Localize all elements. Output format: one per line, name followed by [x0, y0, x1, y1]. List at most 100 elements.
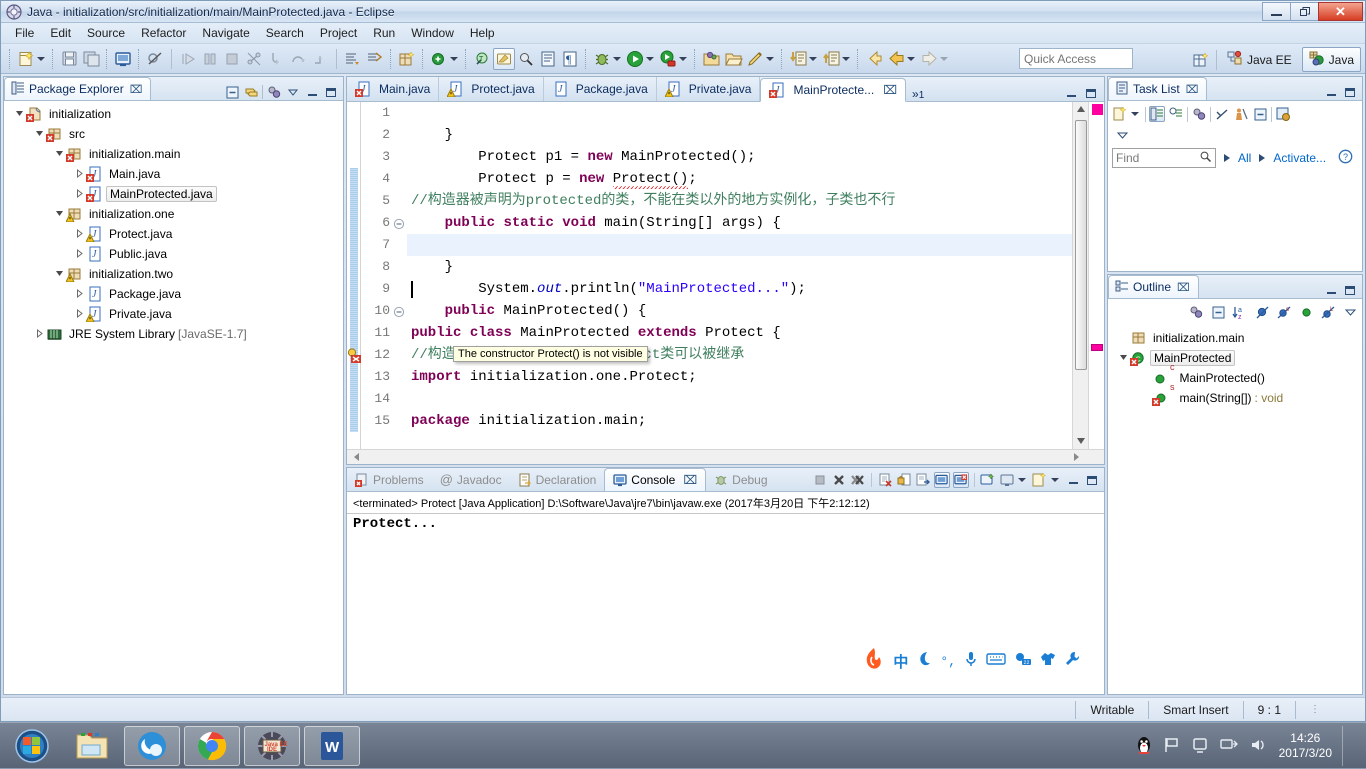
run-external-dropdown[interactable]	[679, 56, 687, 61]
hide-static-icon[interactable]: s	[1276, 304, 1292, 320]
twisty-expanded-icon[interactable]	[52, 149, 66, 160]
activate-link[interactable]: Activate...	[1273, 151, 1326, 165]
pilcrow-icon[interactable]: ¶	[559, 48, 581, 70]
skin-icon[interactable]	[1040, 651, 1056, 672]
collapse-all-icon[interactable]	[224, 84, 240, 100]
twisty-collapsed-icon[interactable]	[72, 188, 86, 200]
code-line[interactable]: import initialization.one.Protect;	[407, 366, 1072, 388]
sort-icon[interactable]: az	[1232, 304, 1248, 320]
console-tab[interactable]: Declaration	[510, 468, 605, 491]
hide-fields-icon[interactable]	[1254, 304, 1270, 320]
close-console-icon[interactable]	[953, 472, 969, 488]
close-button[interactable]: ✕	[1318, 2, 1363, 21]
editor-tab[interactable]: J Package.java	[544, 77, 657, 101]
view-menu-icon[interactable]	[1032, 472, 1048, 488]
code-line[interactable]: public static void main(String[] args) {	[407, 212, 1072, 234]
tree-row[interactable]: J Main.java	[4, 164, 343, 184]
save-all-icon[interactable]	[80, 48, 102, 70]
minimize-icon[interactable]	[1063, 85, 1079, 101]
twisty-collapsed-icon[interactable]	[72, 248, 86, 260]
tree-row[interactable]: J MainProtected.java	[4, 184, 343, 204]
dropdown-arrow-icon[interactable]	[1051, 478, 1059, 482]
close-icon[interactable]: ⌧	[883, 83, 897, 97]
code-line[interactable]	[407, 234, 1072, 256]
hide-local-types-icon[interactable]: L	[1320, 304, 1336, 320]
degree-comma-icon[interactable]: °,	[940, 654, 956, 669]
menu-navigate[interactable]: Navigate	[194, 24, 257, 42]
menu-file[interactable]: File	[7, 24, 42, 42]
console-tab[interactable]: Debug	[706, 468, 775, 491]
categorized-presentation-icon[interactable]	[1149, 106, 1165, 122]
hide-non-public-icon[interactable]	[1298, 304, 1314, 320]
minimize-icon[interactable]	[304, 84, 320, 100]
new-java-package-icon[interactable]	[396, 48, 418, 70]
open-package-icon[interactable]	[700, 48, 722, 70]
print-icon[interactable]	[112, 48, 134, 70]
editor-horizontal-scrollbar[interactable]	[347, 449, 1104, 464]
keyboard-icon[interactable]	[986, 652, 1006, 671]
editor-tab[interactable]: J Protect.java	[439, 77, 544, 101]
ime-mode-label[interactable]: 中	[893, 651, 908, 672]
debug-icon[interactable]	[591, 48, 613, 70]
menu-source[interactable]: Source	[79, 24, 133, 42]
open-type-icon[interactable]: T	[471, 48, 493, 70]
view-menu-chevron-icon[interactable]	[1342, 304, 1358, 320]
code-line[interactable]: System.out.println("MainProtected...");	[407, 278, 1072, 300]
uc-browser-button[interactable]	[124, 725, 180, 766]
twisty-expanded-icon[interactable]	[32, 129, 46, 140]
help-icon[interactable]: ?	[1338, 149, 1353, 167]
volume-icon[interactable]	[1249, 736, 1269, 757]
code-line[interactable]: Protect p = new Protect();	[407, 168, 1072, 190]
display-selected-console-icon[interactable]	[934, 472, 950, 488]
code-line[interactable]: public class MainProtected extends Prote…	[407, 322, 1072, 344]
error-quickfix-marker[interactable]	[347, 348, 361, 363]
outline-tree[interactable]: initialization.main C MainProtected c MainPr…	[1108, 325, 1362, 694]
search-icon[interactable]	[1199, 150, 1212, 166]
menu-run[interactable]: Run	[365, 24, 403, 42]
scheduled-presentation-icon[interactable]	[1168, 106, 1184, 122]
view-menu-chevron-icon[interactable]	[1114, 127, 1130, 143]
tree-row[interactable]: JRE System Library [JavaSE-1.7]	[4, 324, 343, 344]
pin-console-icon[interactable]	[915, 472, 931, 488]
collapse-all-icon[interactable]	[1252, 106, 1268, 122]
forward-dropdown[interactable]	[940, 56, 948, 61]
clear-console-icon[interactable]	[877, 472, 893, 488]
open-perspective-icon[interactable]	[1190, 49, 1212, 71]
scrollbar-thumb[interactable]	[1075, 120, 1087, 370]
fold-collapse-icon[interactable]	[393, 212, 407, 234]
filter-all-arrow-icon[interactable]	[1224, 154, 1230, 162]
ime-toolbar[interactable]: 中 °, 22	[857, 646, 1086, 676]
run-dropdown[interactable]	[646, 56, 654, 61]
debug-dropdown[interactable]	[613, 56, 621, 61]
qq-penguin-icon[interactable]	[1135, 735, 1153, 758]
scroll-lock-icon[interactable]	[896, 472, 912, 488]
close-icon[interactable]: ⌧	[683, 473, 697, 487]
taskbar-clock[interactable]: 14:26 2017/3/20	[1279, 731, 1332, 761]
twisty-collapsed-icon[interactable]	[72, 288, 86, 300]
restore-button[interactable]	[1290, 2, 1319, 21]
new-wizard-icon[interactable]	[15, 48, 37, 70]
open-console-icon[interactable]	[980, 472, 996, 488]
outline-row[interactable]: initialization.main	[1108, 328, 1362, 348]
close-icon[interactable]: ⌧	[1177, 281, 1190, 294]
open-folder-icon[interactable]	[722, 48, 744, 70]
minimize-icon[interactable]	[1323, 84, 1339, 100]
minimize-icon[interactable]	[1323, 282, 1339, 298]
twisty-collapsed-icon[interactable]	[72, 308, 86, 320]
menu-edit[interactable]: Edit	[42, 24, 79, 42]
menu-window[interactable]: Window	[403, 24, 462, 42]
code-line[interactable]: Protect p1 = new MainProtected();	[407, 146, 1072, 168]
fold-collapse-icon[interactable]	[393, 300, 407, 322]
editor-tab[interactable]: J Private.java	[657, 77, 761, 101]
new-console-view-icon[interactable]	[999, 472, 1015, 488]
export-dropdown[interactable]	[842, 56, 850, 61]
close-icon[interactable]: ⌧	[1186, 83, 1199, 96]
tree-row[interactable]: J Private.java	[4, 304, 343, 324]
export-icon[interactable]	[820, 48, 842, 70]
editor-folding-ruler[interactable]	[393, 102, 407, 449]
code-line[interactable]	[407, 388, 1072, 410]
new-java-class-dropdown[interactable]	[450, 56, 458, 61]
tree-row[interactable]: src	[4, 124, 343, 144]
editor-overview-ruler[interactable]	[1088, 102, 1104, 449]
collapse-all-icon[interactable]	[1210, 304, 1226, 320]
